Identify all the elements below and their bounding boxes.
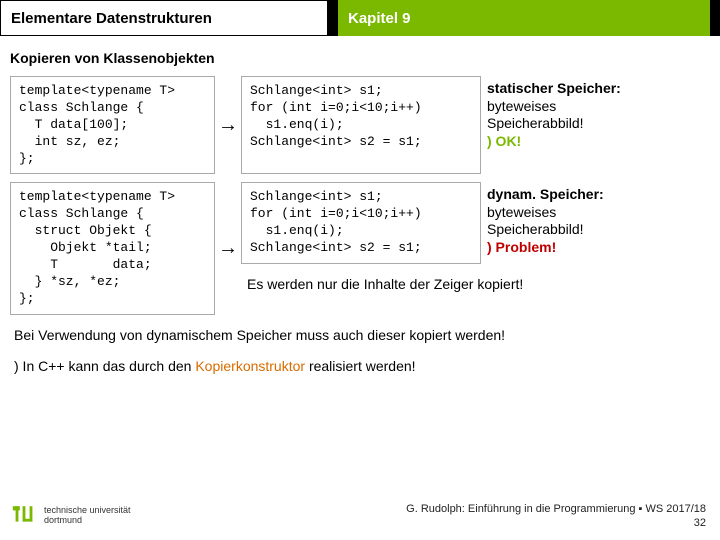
header-title-right: Kapitel 9 xyxy=(338,0,710,36)
annotation-dynamic: dynam. Speicher: byteweises Speicherabbi… xyxy=(481,182,691,264)
slide-header: Elementare Datenstrukturen Kapitel 9 xyxy=(0,0,720,36)
code-dynamic-class: template<typename T> class Schlange { st… xyxy=(10,182,215,314)
tu-logo-icon xyxy=(10,502,38,530)
copy-constructor-term: Kopierkonstruktor xyxy=(195,358,305,374)
header-end xyxy=(710,0,720,36)
code-dynamic-usage: Schlange<int> s1; for (int i=0;i<10;i++)… xyxy=(241,182,481,264)
footer-logo-block: technische universität dortmund xyxy=(0,502,180,530)
arrow-icon: → xyxy=(215,182,241,314)
annotation-static-l2: Speicherabbild! xyxy=(487,115,584,131)
code-static-usage: Schlange<int> s1; for (int i=0;i<10;i++)… xyxy=(241,76,481,174)
bottom-paragraphs: Bei Verwendung von dynamischem Speicher … xyxy=(0,315,720,381)
content-grid: template<typename T> class Schlange { T … xyxy=(0,76,720,315)
bottom-line1: Bei Verwendung von dynamischem Speicher … xyxy=(14,325,706,346)
footer-credit-block: G. Rudolph: Einführung in die Programmie… xyxy=(180,502,720,531)
annotation-static-title: statischer Speicher: xyxy=(487,80,621,96)
slide-footer: technische universität dortmund G. Rudol… xyxy=(0,492,720,540)
annotation-static-l1: byteweises xyxy=(487,98,556,114)
pointer-copy-note: Es werden nur die Inhalte der Zeiger kop… xyxy=(241,270,691,292)
footer-university: technische universität dortmund xyxy=(44,506,131,526)
section-subtitle: Kopieren von Klassenobjekten xyxy=(0,36,720,76)
arrow-icon: → xyxy=(215,76,241,174)
footer-uni-line1: technische universität xyxy=(44,505,131,515)
annotation-dynamic-l1: byteweises xyxy=(487,204,556,220)
annotation-static-result: ) OK! xyxy=(487,133,521,149)
code-static-class: template<typename T> class Schlange { T … xyxy=(10,76,215,174)
bottom-line2c: realisiert werden! xyxy=(305,358,416,374)
bottom-line2: ) In C++ kann das durch den Kopierkonstr… xyxy=(14,356,706,377)
footer-credit: G. Rudolph: Einführung in die Programmie… xyxy=(406,503,706,515)
annotation-static: statischer Speicher: byteweises Speicher… xyxy=(481,76,691,174)
header-title-left: Elementare Datenstrukturen xyxy=(0,0,328,36)
annotation-dynamic-l2: Speicherabbild! xyxy=(487,221,584,237)
annotation-dynamic-result: ) Problem! xyxy=(487,239,556,255)
header-divider xyxy=(328,0,338,36)
annotation-dynamic-title: dynam. Speicher: xyxy=(487,186,604,202)
footer-uni-line2: dortmund xyxy=(44,515,82,525)
bottom-line2a: ) In C++ kann das durch den xyxy=(14,358,195,374)
footer-page-number: 32 xyxy=(694,517,706,529)
